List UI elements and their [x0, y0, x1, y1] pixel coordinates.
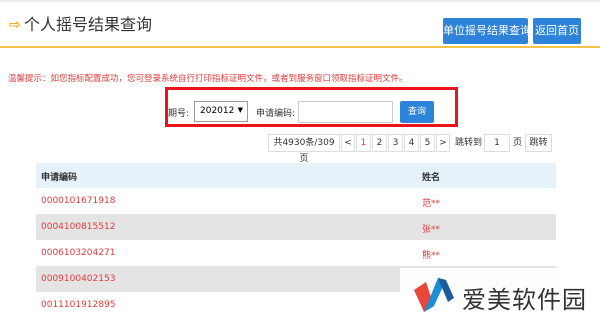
- watermark: 爱美软件园: [400, 268, 600, 320]
- prev-page-button[interactable]: <: [341, 134, 355, 152]
- notice-text: 温馨提示：如您指标配置成功，您可登录系统自行打印指标证明文件，或者到服务窗口领取…: [8, 74, 408, 84]
- page-header: ⇨ 个人摇号结果查询 单位摇号结果查询 返回首页: [0, 2, 600, 48]
- page-button-5[interactable]: 5: [420, 134, 435, 152]
- page-button-4[interactable]: 4: [404, 134, 419, 152]
- page-button-1[interactable]: 1: [356, 134, 371, 152]
- table-row: 0006103204271 熊**: [36, 240, 556, 266]
- row-code: 0011101912895: [41, 300, 116, 310]
- table-row: 0000101671918 范**: [36, 188, 556, 214]
- column-header-code: 申请编码: [41, 173, 78, 183]
- table-header: 申请编码 姓名: [36, 163, 556, 188]
- watermark-logo-icon: [414, 278, 454, 312]
- page-unit-label: 页: [513, 138, 523, 148]
- unit-query-button[interactable]: 单位摇号结果查询: [443, 18, 531, 44]
- arrow-right-icon: ⇨: [9, 17, 21, 33]
- page-button-2[interactable]: 2: [372, 134, 387, 152]
- table-row: 0004100815512 张**: [36, 214, 556, 240]
- pagination-summary: 共4930条/309页: [268, 134, 340, 164]
- page-title: 个人摇号结果查询: [24, 15, 153, 34]
- home-button[interactable]: 返回首页: [533, 18, 581, 44]
- column-header-name: 姓名: [422, 173, 441, 183]
- jump-button[interactable]: 跳转: [525, 134, 552, 152]
- next-page-button[interactable]: >: [436, 134, 450, 152]
- row-code: 0000101671918: [41, 196, 116, 206]
- watermark-text: 爱美软件园: [462, 286, 587, 314]
- row-name: 熊**: [422, 251, 441, 261]
- jump-page-input[interactable]: 1: [484, 134, 510, 152]
- page: ⇨ 个人摇号结果查询 单位摇号结果查询 返回首页 温馨提示：如您指标配置成功，您…: [0, 0, 600, 320]
- page-button-3[interactable]: 3: [388, 134, 403, 152]
- highlight-box: [165, 87, 458, 127]
- row-code: 0006103204271: [41, 248, 116, 258]
- jump-label: 跳转到: [455, 138, 483, 148]
- row-code: 0004100815512: [41, 222, 116, 232]
- row-name: 范**: [422, 199, 441, 209]
- row-name: 张**: [422, 225, 441, 235]
- row-code: 0009100402153: [41, 274, 116, 284]
